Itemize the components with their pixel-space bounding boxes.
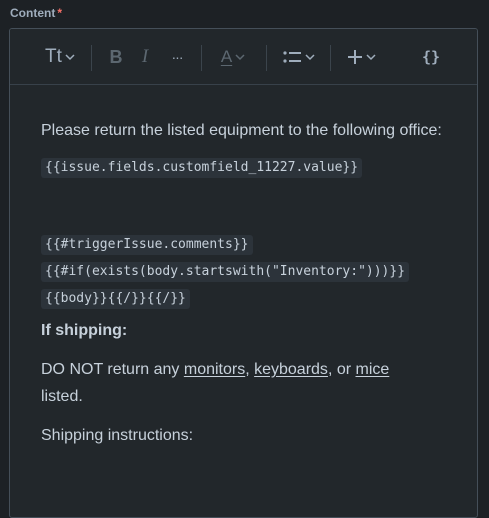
keyboards-link[interactable]: keyboards bbox=[254, 361, 328, 378]
code-line: {{#if(exists(body.startswith("Inventory:… bbox=[41, 257, 446, 282]
text-style-button[interactable]: Tt bbox=[40, 43, 80, 71]
text-style-icon: Tt bbox=[45, 46, 62, 67]
italic-icon: I bbox=[141, 46, 149, 67]
toolbar-divider bbox=[201, 45, 202, 71]
editor-content[interactable]: Please return the listed equipment to th… bbox=[10, 85, 477, 449]
list-options-button[interactable] bbox=[278, 43, 318, 71]
toolbar-divider bbox=[266, 45, 267, 71]
chevron-down-icon bbox=[365, 54, 376, 61]
code-line: {{body}}{{/}}{{/}} bbox=[41, 284, 446, 309]
bullet-list-icon bbox=[282, 51, 301, 63]
more-icon: ··· bbox=[171, 49, 184, 65]
code-line: {{issue.fields.customfield_11227.value}} bbox=[41, 153, 446, 178]
text-segment: DO NOT return any bbox=[41, 361, 184, 378]
monitors-link[interactable]: monitors bbox=[184, 361, 245, 378]
shipping-instructions-heading: Shipping instructions: bbox=[41, 427, 194, 444]
shipping-heading: If shipping: bbox=[41, 322, 128, 339]
content-field-label: Content * bbox=[10, 6, 62, 20]
more-formatting-button[interactable]: ··· bbox=[164, 43, 190, 71]
text-color-button[interactable]: A bbox=[213, 43, 253, 71]
inline-code: {{#if(exists(body.startswith("Inventory:… bbox=[41, 262, 410, 282]
inline-code: {{#triggerIssue.comments}} bbox=[41, 235, 253, 255]
inline-code: {{body}}{{/}}{{/}} bbox=[41, 289, 190, 309]
toolbar-divider bbox=[330, 45, 331, 71]
rich-text-editor[interactable]: Tt B I ··· A {} Please return the listed… bbox=[9, 28, 478, 518]
editor-toolbar: Tt B I ··· A {} bbox=[10, 29, 477, 85]
code-button[interactable]: {} bbox=[415, 43, 447, 71]
bold-icon: B bbox=[109, 46, 123, 67]
text-segment: , or bbox=[327, 361, 356, 378]
mice-link[interactable]: mice bbox=[356, 361, 390, 378]
chevron-down-icon bbox=[304, 54, 315, 61]
chevron-down-icon bbox=[235, 54, 245, 61]
do-not-return-paragraph: DO NOT return any monitors, keyboards, o… bbox=[41, 356, 446, 410]
required-marker: * bbox=[57, 6, 62, 20]
code-line: {{#triggerIssue.comments}} bbox=[41, 230, 446, 255]
italic-button[interactable]: I bbox=[134, 43, 156, 71]
bold-button[interactable]: B bbox=[104, 43, 128, 71]
toolbar-divider bbox=[91, 45, 92, 71]
text-segment: , bbox=[245, 361, 255, 378]
text-color-icon: A bbox=[220, 47, 233, 66]
plus-icon bbox=[347, 50, 362, 64]
inline-code: {{issue.fields.customfield_11227.value}} bbox=[41, 158, 363, 178]
code-braces-icon: {} bbox=[421, 48, 441, 66]
text-segment: listed. bbox=[41, 388, 83, 405]
chevron-down-icon bbox=[65, 54, 75, 61]
intro-paragraph: Please return the listed equipment to th… bbox=[41, 122, 442, 139]
insert-button[interactable] bbox=[341, 43, 381, 71]
label-text: Content bbox=[10, 6, 56, 20]
